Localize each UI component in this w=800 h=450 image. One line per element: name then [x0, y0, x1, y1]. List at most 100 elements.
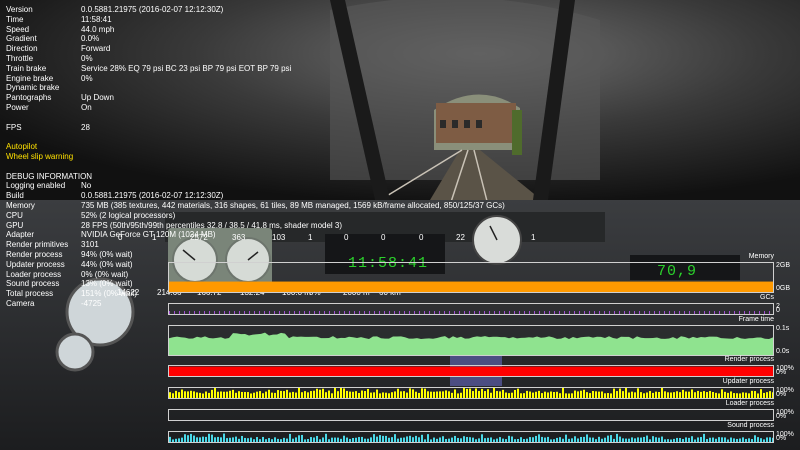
gc-tick [414, 311, 415, 314]
hud-key: Render primitives [6, 240, 69, 250]
process-bar [637, 388, 639, 398]
process-bar [289, 392, 291, 398]
process-bar [310, 437, 312, 442]
process-bar [280, 439, 282, 442]
process-bar [433, 437, 435, 442]
process-bar [442, 436, 444, 442]
process-bar [574, 390, 576, 398]
process-bar [358, 437, 360, 442]
gc-tick [259, 311, 260, 314]
process-bar [409, 388, 411, 398]
process-bar [322, 388, 324, 398]
process-bar [517, 388, 519, 398]
process-bar [265, 439, 267, 442]
process-bar [403, 437, 405, 442]
gc-tick [629, 311, 630, 314]
gc-tick [279, 311, 280, 314]
gc-tick [349, 311, 350, 314]
process-bar [763, 439, 765, 442]
process-bar [592, 391, 594, 398]
process-bar [241, 435, 243, 442]
process-bar [418, 437, 420, 442]
process-bar [694, 392, 696, 398]
graph-box [168, 365, 774, 377]
process-bar [187, 435, 189, 442]
process-bar [388, 393, 390, 398]
process-bar [601, 438, 603, 442]
hud-key: Camera [6, 298, 35, 308]
graph-title: Memory [748, 253, 774, 260]
hud-value: Service 28% EQ 79 psi BC 23 psi BP 79 ps… [81, 63, 292, 73]
process-bar [451, 392, 453, 398]
process-bar [571, 438, 573, 442]
process-bar [400, 437, 402, 442]
gc-tick [214, 311, 215, 314]
hud-value: 0% (0% wait) [81, 269, 129, 279]
process-bar [766, 392, 768, 398]
graph-title: Updater process [722, 378, 774, 385]
primitive-count: 363 [232, 233, 246, 242]
process-bar [607, 393, 609, 398]
process-bar [514, 439, 516, 442]
process-bar [733, 438, 735, 442]
gc-tick [299, 311, 300, 314]
gc-tick [324, 311, 325, 314]
process-bar [676, 391, 678, 398]
process-bar [475, 439, 477, 442]
process-bar [493, 388, 495, 398]
camera-value: 14622 [117, 288, 140, 297]
process-bar [754, 435, 756, 442]
process-bar [439, 437, 441, 442]
process-bar [370, 392, 372, 398]
process-bar [589, 437, 591, 442]
process-bar [346, 390, 348, 398]
hud-key: Total process [6, 289, 54, 299]
gc-tick [419, 311, 420, 314]
process-bar [490, 392, 492, 398]
process-bar [700, 437, 702, 442]
process-bar [268, 438, 270, 442]
gc-tick [274, 311, 275, 314]
process-bar [217, 436, 219, 442]
process-bar [616, 391, 618, 398]
process-bar [667, 392, 669, 398]
hud-value: No [81, 181, 92, 191]
process-bar [250, 437, 252, 442]
process-bar [385, 435, 387, 442]
process-bar [481, 388, 483, 398]
process-bar [271, 392, 273, 398]
process-bar [334, 388, 336, 398]
process-bar [772, 392, 773, 398]
process-bar [211, 434, 213, 442]
process-bar [178, 392, 180, 398]
process-bar [661, 436, 663, 442]
process-bar [577, 391, 579, 398]
process-bar [517, 439, 519, 442]
gc-tick [529, 311, 530, 314]
hud-value: 0.0.5881.21975 (2016-02-07 12:12:30Z) [81, 191, 224, 201]
process-bar [391, 437, 393, 442]
process-bar [730, 391, 732, 398]
process-bar [322, 437, 324, 442]
process-bar [379, 435, 381, 442]
gc-tick [624, 311, 625, 314]
process-bar [367, 438, 369, 442]
process-bar [610, 435, 612, 442]
process-bar [193, 391, 195, 398]
gc-tick [314, 311, 315, 314]
process-bar [751, 390, 753, 398]
process-bar [205, 391, 207, 398]
process-bar [457, 393, 459, 398]
gc-tick [389, 311, 390, 314]
gc-tick [474, 311, 475, 314]
hud-key: Time [6, 14, 24, 24]
graph-plot [169, 311, 770, 314]
gc-tick [564, 311, 565, 314]
graph-box [168, 409, 774, 421]
process-bar [376, 389, 378, 398]
process-bar [343, 388, 345, 398]
graph-title: Sound process [727, 422, 774, 429]
primitive-count: 1 [152, 233, 157, 242]
graph-bottom-label: 0GB [776, 285, 791, 292]
process-bar [262, 436, 264, 442]
